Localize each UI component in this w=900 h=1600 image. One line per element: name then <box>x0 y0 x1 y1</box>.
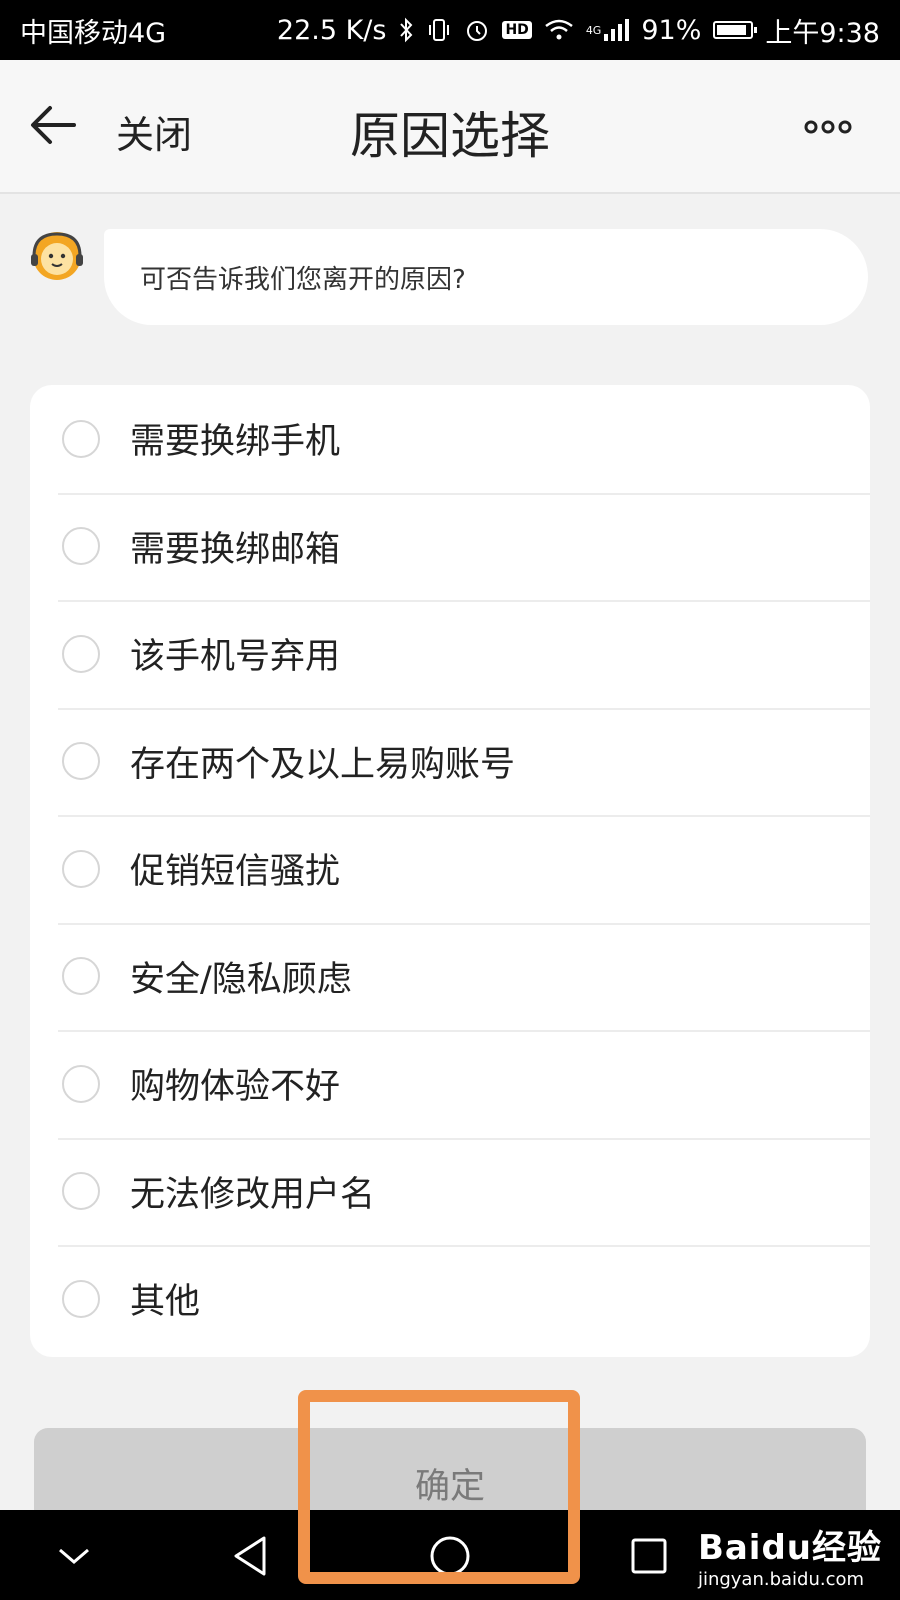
radio-button[interactable] <box>62 634 100 673</box>
radio-button[interactable] <box>62 1172 100 1211</box>
option-item[interactable]: 无法修改用户名 <box>30 1137 870 1246</box>
option-item[interactable]: 购物体验不好 <box>30 1030 870 1138</box>
battery-percent: 91% <box>641 14 702 46</box>
more-icon <box>804 120 852 134</box>
option-item[interactable]: 其他 <box>30 1245 870 1353</box>
option-label: 存在两个及以上易购账号 <box>130 744 516 785</box>
radio-button[interactable] <box>62 1279 100 1318</box>
triangle-back-icon <box>234 1536 266 1576</box>
alarm-icon <box>464 17 490 43</box>
option-item[interactable]: 安全/隐私顾虑 <box>30 922 870 1031</box>
hd-icon: HD <box>502 21 532 39</box>
radio-button[interactable] <box>62 1064 100 1103</box>
status-bar: 中国移动4G 22.5 K/s HD 4G 91% 上午9:38 <box>0 0 900 60</box>
reason-options-list: 需要换绑手机 需要换绑邮箱 该手机号弃用 存在两个及以上易购账号 促销短信骚扰 … <box>30 385 870 1357</box>
chevron-down-icon <box>59 1548 89 1564</box>
battery-icon <box>713 21 758 39</box>
collapse-button[interactable] <box>50 1532 98 1580</box>
network-speed: 22.5 K/s <box>276 14 387 46</box>
page-title: 原因选择 <box>350 107 550 165</box>
option-label: 促销短信骚扰 <box>130 852 341 893</box>
option-label: 安全/隐私顾虑 <box>130 959 352 1000</box>
radio-button[interactable] <box>62 957 100 996</box>
lion-mascot-icon <box>31 232 83 280</box>
option-label: 购物体验不好 <box>130 1067 341 1108</box>
option-item[interactable]: 促销短信骚扰 <box>30 815 870 923</box>
option-label: 无法修改用户名 <box>130 1174 376 1215</box>
status-icons: 22.5 K/s HD 4G 91% 上午9:38 <box>277 11 880 50</box>
carrier-label: 中国移动4G <box>20 17 167 49</box>
assistant-question: 可否告诉我们您离开的原因? <box>140 264 466 295</box>
option-item[interactable]: 需要换绑手机 <box>30 385 870 493</box>
radio-button[interactable] <box>62 527 100 566</box>
recents-button[interactable] <box>625 1532 673 1580</box>
option-item[interactable]: 该手机号弃用 <box>30 600 870 708</box>
network-type: 4G <box>585 23 602 37</box>
option-label: 需要换绑手机 <box>130 422 341 463</box>
watermark-brand: Baidu经验 <box>697 1528 882 1568</box>
system-back-button[interactable] <box>226 1532 274 1580</box>
radio-button[interactable] <box>62 419 100 458</box>
radio-button[interactable] <box>62 849 100 888</box>
option-label: 需要换绑邮箱 <box>130 529 341 570</box>
clock: 上午9:38 <box>765 17 880 49</box>
option-item[interactable]: 存在两个及以上易购账号 <box>30 707 870 816</box>
option-label: 其他 <box>130 1282 201 1323</box>
watermark: Baidu经验 jingyan.baidu.com <box>698 1510 882 1600</box>
assistant-message: 可否告诉我们您离开的原因? <box>104 229 868 325</box>
battery-level <box>717 25 747 35</box>
option-item[interactable]: 需要换绑邮箱 <box>30 492 870 601</box>
radio-button[interactable] <box>62 742 100 781</box>
wifi-icon <box>544 18 574 42</box>
nav-bar: 关闭 原因选择 <box>0 60 900 194</box>
watermark-url: jingyan.baidu.com <box>697 1569 865 1590</box>
vibrate-icon <box>426 17 452 43</box>
signal-icon: 4G <box>586 18 630 42</box>
assistant-avatar <box>28 228 86 286</box>
bluetooth-icon <box>398 17 414 43</box>
more-button[interactable] <box>804 112 860 142</box>
square-recents-icon <box>631 1538 667 1574</box>
highlight-annotation <box>298 1390 580 1584</box>
option-label: 该手机号弃用 <box>130 637 341 678</box>
